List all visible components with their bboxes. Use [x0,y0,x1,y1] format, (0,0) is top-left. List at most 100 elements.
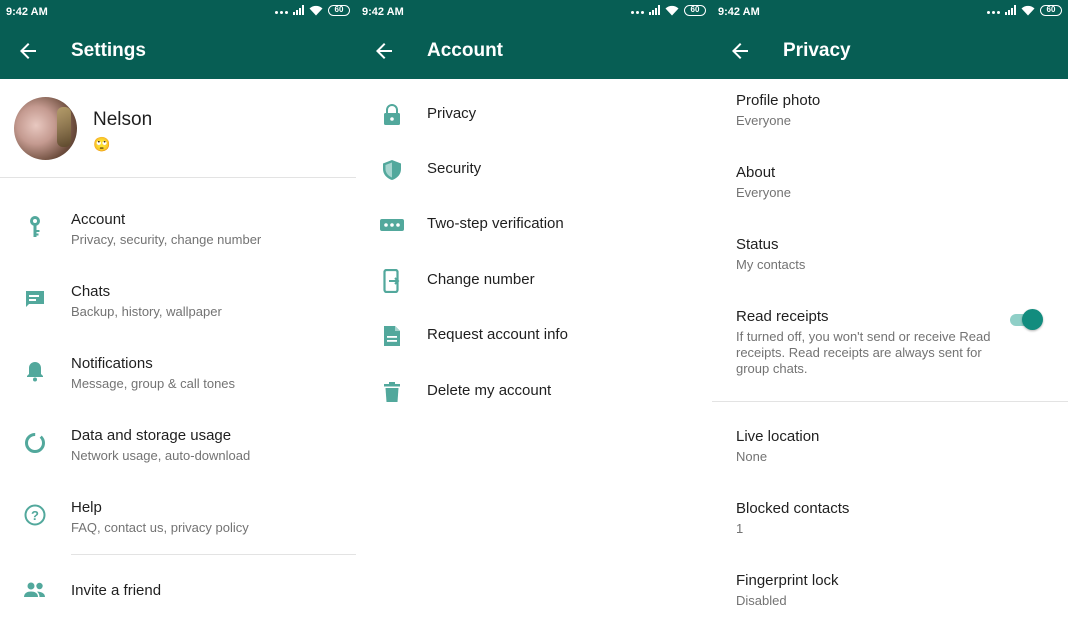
privacy-item-value: Disabled [736,593,787,608]
key-icon [22,214,48,240]
account-item-label: Delete my account [427,382,552,399]
account-item-label: Security [427,160,482,177]
privacy-item-label: Blocked contacts [736,500,850,517]
wifi-icon [1021,5,1035,15]
account-item-label: Privacy [427,105,477,122]
app-bar: Privacy [712,24,1068,79]
status-bar: 9:42 AM 60 [712,0,1068,24]
divider [712,401,1068,402]
privacy-item-blocked-contacts[interactable]: Blocked contacts 1 [712,500,1068,550]
settings-item-sub: Backup, history, wallpaper [71,304,222,319]
settings-item-sub: FAQ, contact us, privacy policy [71,520,249,535]
settings-item-notifications[interactable]: Notifications Message, group & call tone… [0,336,356,408]
document-icon [379,323,405,349]
status-bar: 9:42 AM 60 [356,0,712,24]
privacy-item-label: About [736,164,776,181]
battery-icon: 60 [328,4,350,16]
account-item-security[interactable]: Security [356,143,712,198]
back-arrow-icon[interactable] [16,39,40,63]
settings-item-account[interactable]: Account Privacy, security, change number [0,192,356,264]
privacy-item-fingerprint-lock[interactable]: Fingerprint lock Disabled [712,572,1068,622]
app-bar: Settings [0,24,356,79]
account-screen: 9:42 AM 60 Account Privacy Security Two-… [356,0,712,633]
privacy-item-label: Profile photo [736,92,821,109]
settings-item-sub: Privacy, security, change number [71,232,262,247]
page-title: Account [427,40,503,61]
dots-icon [379,212,405,238]
privacy-item-status[interactable]: Status My contacts [712,236,1068,286]
app-bar: Account [356,24,712,79]
account-item-request-info[interactable]: Request account info [356,309,712,364]
settings-screen: 9:42 AM 60 Settings Nelson 🙄 Account Pri… [0,0,356,633]
privacy-item-value: Everyone [736,185,791,200]
privacy-item-label: Live location [736,428,820,445]
status-time: 9:42 AM [718,6,760,18]
privacy-item-profile-photo[interactable]: Profile photo Everyone [712,92,1068,142]
privacy-item-label: Status [736,236,779,253]
chat-icon [22,286,48,312]
status-bar: 9:42 AM 60 [0,0,356,24]
privacy-item-value: None [736,449,768,464]
battery-icon: 60 [1040,4,1062,16]
data-usage-icon [22,430,48,456]
signal-icon [649,5,660,15]
back-arrow-icon[interactable] [728,39,752,63]
privacy-item-about[interactable]: About Everyone [712,164,1068,214]
svg-text:?: ? [31,508,39,523]
settings-item-label: Chats [71,283,111,300]
privacy-item-live-location[interactable]: Live location None [712,428,1068,478]
account-item-label: Request account info [427,326,568,343]
settings-item-label: Notifications [71,355,153,372]
divider [71,554,356,555]
change-number-icon [379,268,405,294]
account-item-delete[interactable]: Delete my account [356,365,712,420]
signal-icon [293,5,304,15]
lock-icon [379,102,405,128]
privacy-item-description: If turned off, you won't send or receive… [736,329,991,376]
settings-item-sub: Network usage, auto-download [71,448,251,463]
bell-icon [22,358,48,384]
settings-item-label: Help [71,499,102,516]
privacy-item-read-receipts[interactable]: Read receipts If turned off, you won't s… [712,308,1068,380]
privacy-screen: 9:42 AM 60 Privacy Profile photo Everyon… [712,0,1068,633]
page-title: Settings [71,40,146,61]
settings-item-label: Account [71,211,126,228]
settings-item-sub: Message, group & call tones [71,376,236,391]
privacy-item-label: Read receipts [736,308,829,325]
help-icon: ? [22,502,48,528]
profile-name: Nelson [93,109,153,130]
account-item-label: Two-step verification [427,215,564,232]
wifi-icon [665,5,679,15]
privacy-item-label: Fingerprint lock [736,572,839,589]
account-item-label: Change number [427,271,535,288]
account-item-change-number[interactable]: Change number [356,254,712,309]
account-item-two-step[interactable]: Two-step verification [356,198,712,253]
settings-item-label: Data and storage usage [71,427,232,444]
settings-item-help[interactable]: ? Help FAQ, contact us, privacy policy [0,480,356,552]
privacy-item-value: Everyone [736,113,791,128]
shield-icon [379,157,405,183]
profile-row[interactable]: Nelson 🙄 [0,79,356,178]
wifi-icon [309,5,323,15]
network-dots-icon [631,4,644,16]
page-title: Privacy [783,40,851,61]
read-receipts-toggle[interactable] [1010,308,1043,330]
people-icon [22,577,48,603]
status-time: 9:42 AM [6,6,48,18]
signal-icon [1005,5,1016,15]
back-arrow-icon[interactable] [372,39,396,63]
settings-item-chats[interactable]: Chats Backup, history, wallpaper [0,264,356,336]
network-dots-icon [987,4,1000,16]
network-dots-icon [275,4,288,16]
status-time: 9:42 AM [362,6,404,18]
battery-icon: 60 [684,4,706,16]
profile-status: 🙄 [93,136,111,152]
account-item-privacy[interactable]: Privacy [356,88,712,143]
settings-item-data-storage[interactable]: Data and storage usage Network usage, au… [0,408,356,480]
settings-item-invite[interactable]: Invite a friend [0,562,356,618]
avatar[interactable] [14,97,77,160]
trash-icon [379,379,405,405]
privacy-item-value: 1 [736,521,744,536]
privacy-item-value: My contacts [736,257,806,272]
settings-item-label: Invite a friend [71,582,162,599]
